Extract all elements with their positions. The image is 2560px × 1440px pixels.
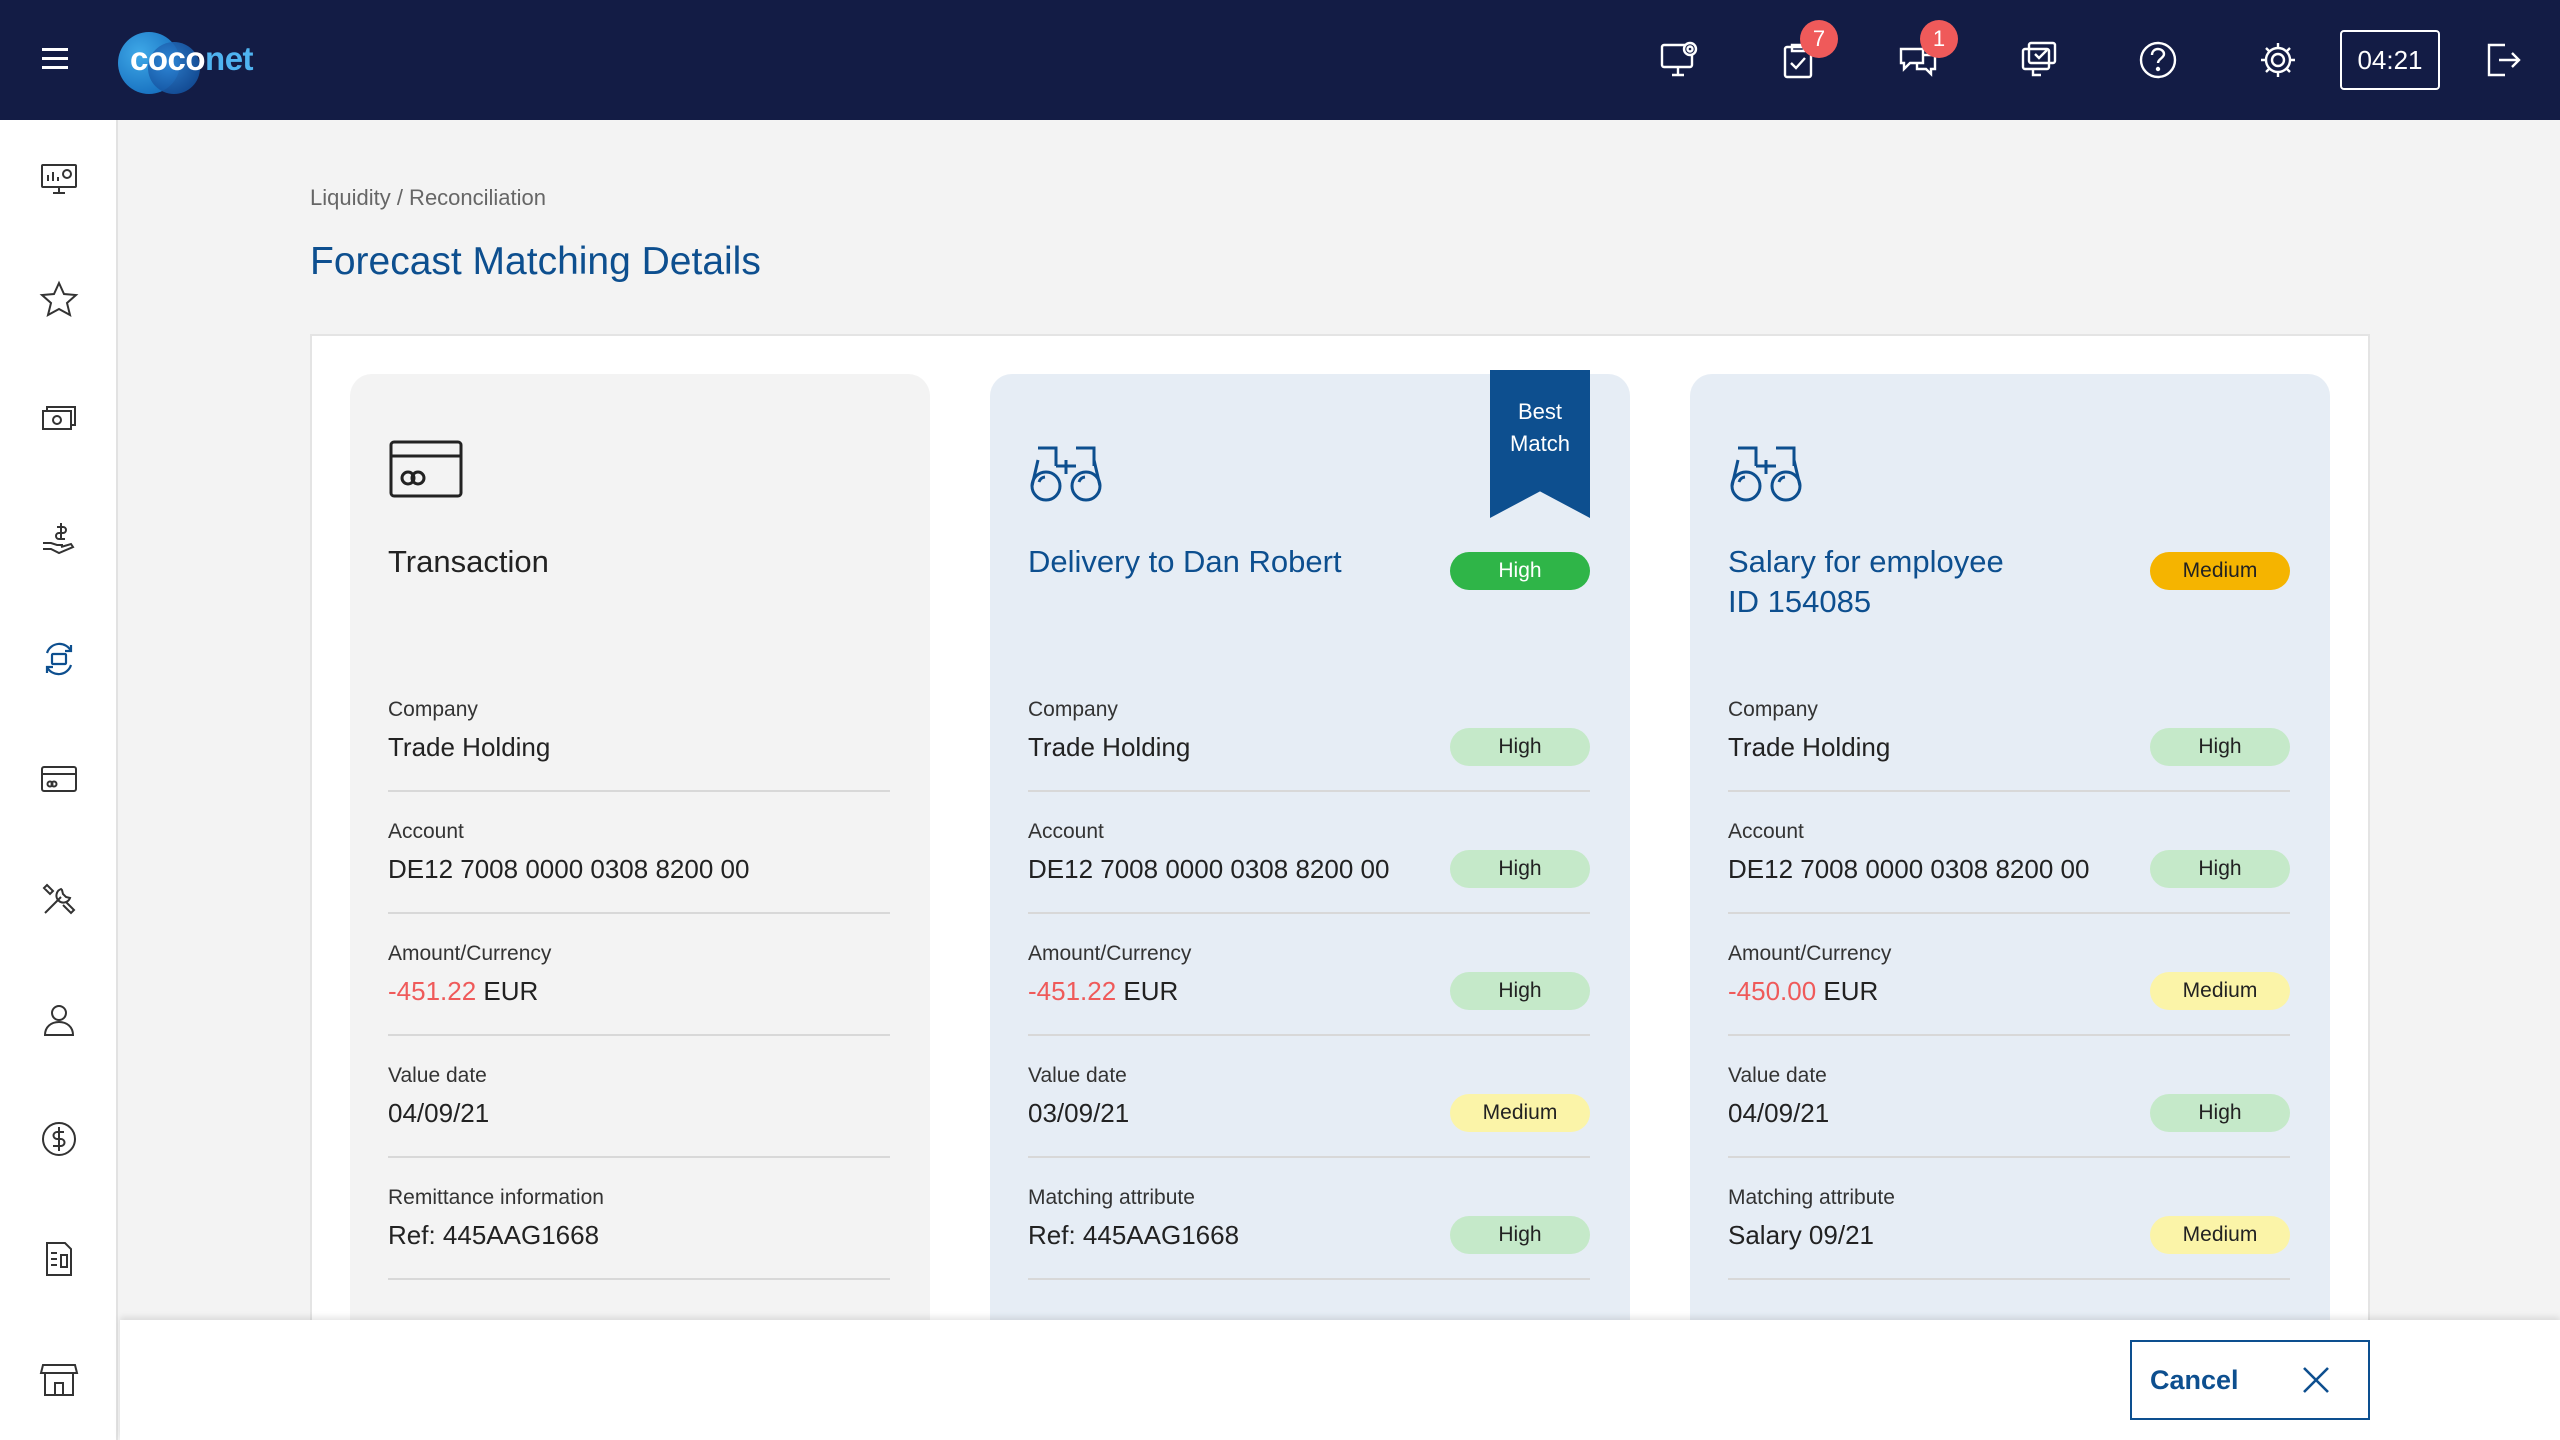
menu-icon[interactable] <box>42 48 78 74</box>
binoculars-icon <box>1728 436 1808 506</box>
rating-badge: High <box>1450 972 1590 1010</box>
monitor-settings-icon[interactable] <box>1656 36 1704 84</box>
cash-icon[interactable] <box>38 398 80 440</box>
sidebar <box>0 120 118 1440</box>
gear-icon[interactable] <box>2254 36 2302 84</box>
close-icon <box>2303 1367 2329 1393</box>
page-title: Forecast Matching Details <box>310 240 761 283</box>
best-match-ribbon: Best Match <box>1490 370 1590 518</box>
rating-badge: Medium <box>1450 1094 1590 1132</box>
dollar-icon[interactable] <box>38 1118 80 1160</box>
reconcile-icon[interactable] <box>38 638 80 680</box>
overall-rating-badge: Medium <box>2150 552 2290 590</box>
star-icon[interactable] <box>38 278 80 320</box>
match-field: Value date 04/09/21 High <box>1728 1036 2290 1158</box>
dashboard-icon[interactable] <box>38 158 80 200</box>
rating-badge: High <box>2150 728 2290 766</box>
tasks-badge: 7 <box>1800 20 1838 58</box>
binoculars-icon <box>1028 436 1108 506</box>
app-logo[interactable]: coconet <box>118 28 258 94</box>
rating-badge: High <box>1450 850 1590 888</box>
transaction-field: Account DE12 7008 0000 0308 8200 00 <box>388 792 890 914</box>
store-icon[interactable] <box>38 1358 80 1400</box>
chat-icon[interactable]: 1 <box>1894 20 1958 84</box>
transaction-field: Value date 04/09/21 <box>388 1036 890 1158</box>
breadcrumb[interactable]: Liquidity / Reconciliation <box>310 185 546 211</box>
match-card[interactable]: Salary for employee ID 154085 Medium Comp… <box>1690 374 2330 1332</box>
logout-icon[interactable] <box>2478 36 2526 84</box>
match-title: Salary for employee ID 154085 <box>1728 544 2004 619</box>
document-icon[interactable] <box>38 1238 80 1280</box>
transaction-field: Amount/Currency -451.22 EUR <box>388 914 890 1036</box>
overall-rating-badge: High <box>1450 552 1590 590</box>
chat-badge: 1 <box>1920 20 1958 58</box>
match-title: Delivery to Dan Robert <box>1028 544 1342 579</box>
tools-icon[interactable] <box>38 878 80 920</box>
match-card-best[interactable]: Best Match Delivery to Dan Robert High Co… <box>990 370 1630 1332</box>
rating-badge: High <box>1450 728 1590 766</box>
user-icon[interactable] <box>38 998 80 1040</box>
matching-panel: Transaction Company Trade Holding Accoun… <box>310 334 2370 1334</box>
match-field: Company Trade Holding High <box>1028 670 1590 792</box>
session-timer: 04:21 <box>2340 30 2440 90</box>
top-bar: coconet 7 1 04:21 <box>0 0 2560 120</box>
rating-badge: High <box>1450 1216 1590 1254</box>
rating-badge: Medium <box>2150 1216 2290 1254</box>
transaction-card: Transaction Company Trade Holding Accoun… <box>350 374 930 1332</box>
match-field: Value date 03/09/21 Medium <box>1028 1036 1590 1158</box>
match-field: Amount/Currency -450.00 EUR Medium <box>1728 914 2290 1036</box>
rating-badge: High <box>2150 1094 2290 1132</box>
rating-badge: Medium <box>2150 972 2290 1010</box>
match-field: Account DE12 7008 0000 0308 8200 00 High <box>1728 792 2290 914</box>
match-field: Amount/Currency -451.22 EUR High <box>1028 914 1590 1036</box>
transaction-field: Company Trade Holding <box>388 670 890 792</box>
rating-badge: High <box>2150 850 2290 888</box>
help-icon[interactable] <box>2134 36 2182 84</box>
card-icon[interactable] <box>38 758 80 800</box>
monitor-check-icon[interactable] <box>2014 36 2062 84</box>
tasks-icon[interactable]: 7 <box>1774 20 1838 84</box>
cancel-button[interactable]: Cancel <box>2130 1340 2370 1420</box>
match-field: Matching attribute Ref: 445AAG1668 High <box>1028 1158 1590 1280</box>
match-field: Account DE12 7008 0000 0308 8200 00 High <box>1028 792 1590 914</box>
match-field: Matching attribute Salary 09/21 Medium <box>1728 1158 2290 1280</box>
hand-money-icon[interactable] <box>38 518 80 560</box>
transaction-title: Transaction <box>388 544 549 579</box>
card-icon <box>388 436 468 506</box>
transaction-field: Remittance information Ref: 445AAG1668 <box>388 1158 890 1280</box>
match-field: Company Trade Holding High <box>1728 670 2290 792</box>
